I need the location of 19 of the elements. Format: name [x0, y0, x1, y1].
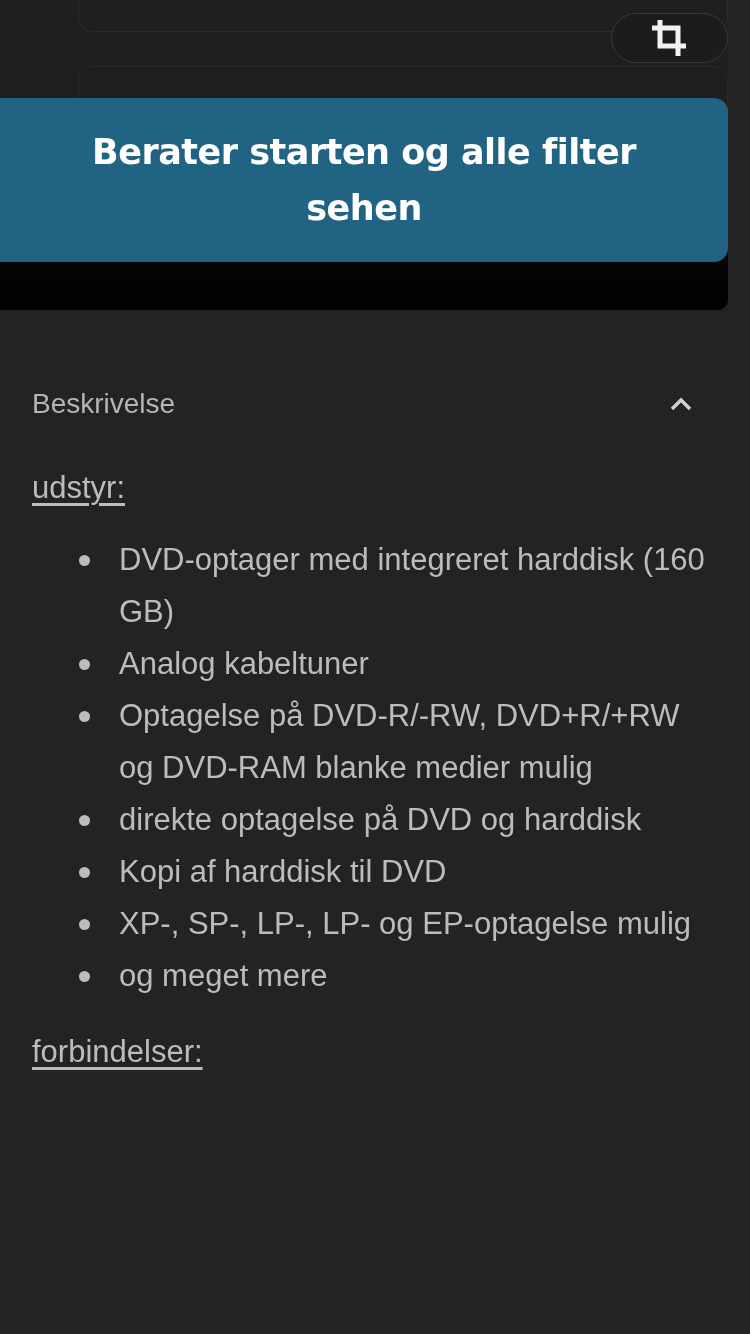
section-heading: forbindelser: [32, 1034, 203, 1070]
section-heading: udstyr: [32, 470, 126, 506]
list-item: DVD-optager med integreret harddisk (160 GB) [119, 542, 705, 629]
bullet-icon [79, 867, 90, 878]
list-item: XP-, SP-, LP-, LP- og EP-optagelse mulig [119, 906, 692, 941]
list-item: Kopi af harddisk til DVD [119, 854, 447, 889]
list-item: direkte optagelse på DVD og harddisk [119, 802, 642, 837]
bullet-icon [79, 815, 90, 826]
chevron-icon[interactable] [670, 397, 692, 411]
list-item: Analog kabeltuner [119, 646, 369, 681]
section-title: Beskrivelse [32, 388, 176, 420]
bullet-icon [79, 659, 90, 670]
list-item: og meget mere [119, 958, 328, 993]
bullet-icon [79, 555, 90, 566]
advisor-button[interactable]: Berater starten og alle filter sehen [0, 98, 728, 262]
bullet-icon [79, 971, 90, 982]
bullet-icon [79, 711, 90, 722]
crop-button[interactable] [611, 13, 728, 63]
bullet-icon [79, 919, 90, 930]
